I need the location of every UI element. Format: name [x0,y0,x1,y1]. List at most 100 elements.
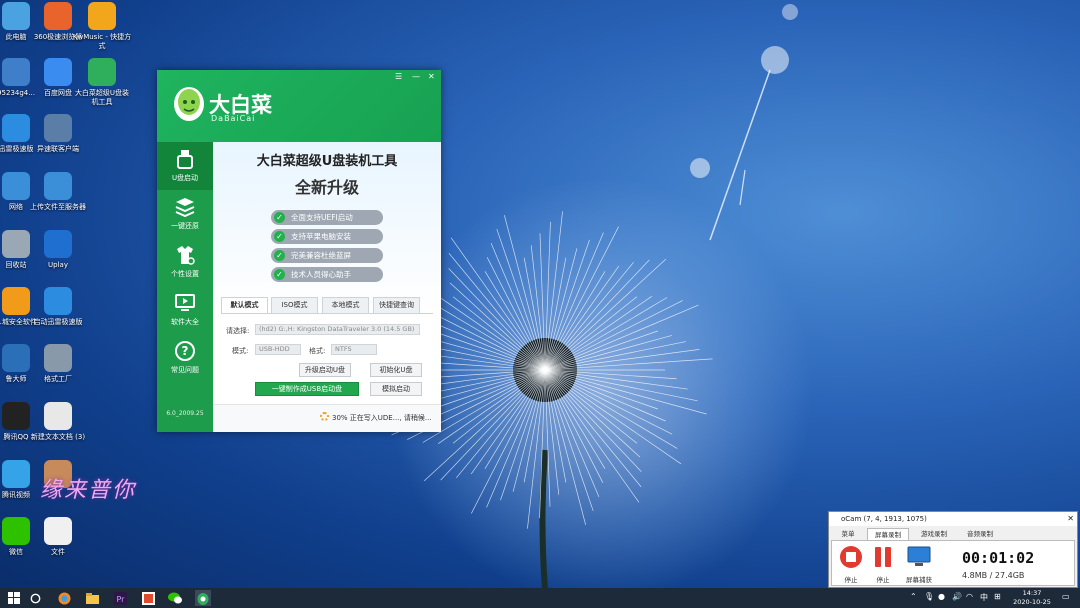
browser-360-icon[interactable] [56,590,72,606]
minimize-button[interactable]: — [412,72,420,81]
dandelion-seed [544,232,604,371]
desktop-icon[interactable]: 格式工厂 [28,344,88,384]
version-label: 6.0_2009.25 [166,410,204,417]
clock-date: 2020-10-25 [1013,598,1051,606]
desktop-icon-label: 启动迅雷极速版 [33,318,83,326]
desktop-icon-label: 格式工厂 [44,375,72,383]
loading-spinner-icon [320,412,329,421]
simulate-boot-button[interactable]: 模拟启动 [370,382,422,396]
main-subtitle: 全新升级 [294,178,359,197]
desktop-icon-label: 大白菜超级U盘装机工具 [74,89,130,106]
make-bootable-usb-button[interactable]: 一键制作成USB启动盘 [255,382,359,396]
microphone-icon[interactable]: 🎙 [924,592,934,601]
desktop-icon-label: 异速联客户端 [37,145,79,153]
device-select[interactable]: (hd2) G:,H: Kingston DataTraveler 3.0 (1… [255,324,420,335]
check-icon: ✓ [274,231,285,242]
tray-expand-icon[interactable]: ⌃ [910,592,917,601]
start-icon[interactable] [6,590,22,606]
restore-icon [175,198,195,218]
desktop-icon[interactable]: 异速联客户端 [28,114,88,154]
premiere-icon[interactable]: Pr [112,590,128,606]
tab-default-mode[interactable]: 默认模式 [221,297,268,314]
feature-label: 技术人员得心助手 [291,270,351,279]
ocam-stop-button[interactable]: 停止 [836,545,866,584]
ocam-pause-button[interactable]: 停止 [868,545,898,584]
personalize-icon [177,246,195,265]
menu-button[interactable]: ☰ [395,72,402,81]
office-icon[interactable] [140,590,156,606]
qq-icon [2,402,30,430]
ocam-close-button[interactable]: ✕ [1067,512,1074,526]
mode-select[interactable]: USB-HDD [255,344,301,355]
baidu-pan-icon [44,58,72,86]
ocam-tab-menu[interactable]: 菜单 [833,528,863,540]
sidebar-item-label: 常见问题 [171,366,199,374]
software-icon [175,294,195,311]
dandelion-seed [544,296,638,371]
ocam-button-label: 停止 [844,576,858,584]
desktop-icon[interactable]: 启动迅雷极速版 [28,287,88,327]
format-select[interactable]: NTFS [331,344,377,355]
notification-icon[interactable]: ▭ [1062,592,1070,601]
sidebar-item-software[interactable]: 软件大全 [157,286,213,334]
dandelion-seed [544,261,634,371]
sidebar: U盘启动 一键还原 个性设置 软件大全 ? 常见问题 [157,142,213,432]
volume-icon[interactable]: 🔊 [952,592,962,601]
ocam-tab-screen-record[interactable]: 屏幕录制 [867,528,909,540]
sidebar-item-personalize[interactable]: 个性设置 [157,238,213,286]
wifi-icon[interactable]: ◠ [966,592,973,601]
tab-local-mode[interactable]: 本地模式 [322,297,369,314]
feature-pill: ✓ 技术人员得心助手 [271,267,383,282]
desktop-icon-label: KwMusic - 快捷方式 [72,33,132,50]
dandelion-seed [456,369,546,479]
desktop-icon[interactable]: 文件 [28,517,88,557]
check-icon: ✓ [274,269,285,280]
dandelion-seed [544,369,642,488]
desktop-icon[interactable]: 上传文件至服务器 [28,172,88,212]
screen-capture-icon [907,546,931,566]
desktop-icon-label: 上传文件至服务器 [30,203,86,211]
format-label: 格式: [309,347,326,355]
dandelion-seed [544,259,650,371]
tab-iso-mode[interactable]: ISO模式 [271,297,318,314]
wechat-icon[interactable] [167,590,183,606]
clock[interactable]: 14:37 2020-10-25 [1010,589,1054,607]
usb-icon [177,150,193,169]
desktop-icon[interactable]: KwMusic - 快捷方式 [72,2,132,51]
feature-pill: ✓ 支持苹果电脑安装 [271,229,383,244]
simulate-boot-label: 模拟启动 [382,385,410,393]
pause-icon [875,547,891,567]
close-button[interactable]: ✕ [428,72,435,81]
keyboard-icon[interactable]: ⊞ [994,592,1001,601]
tencent-video-icon [2,460,30,488]
wechat-tray-icon[interactable]: ● [938,592,945,601]
init-usb-button[interactable]: 初始化U盘 [370,363,422,377]
file-explorer-icon[interactable] [84,590,100,606]
dabaicai-icon [88,58,116,86]
network-drive-icon [2,58,30,86]
format-factory-icon [44,344,72,372]
ocam-tab-audio-record[interactable]: 音频录制 [959,528,1001,540]
sidebar-item-usb-boot[interactable]: U盘启动 [157,142,213,190]
ocam-capture-button[interactable]: 屏幕捕获 [902,545,936,584]
status-text: 30% 正在写入UDE..., 请稍候... [332,414,432,422]
desktop-icon-label: 文件 [51,548,65,556]
dabaicai-icon[interactable] [195,590,211,606]
sidebar-item-help[interactable]: ? 常见问题 [157,334,213,382]
desktop-icon[interactable]: 大白菜超级U盘装机工具 [72,58,132,107]
desktop-icon[interactable]: 新建文本文档 (3) [28,402,88,442]
sidebar-item-restore[interactable]: 一键还原 [157,190,213,238]
search-icon[interactable] [27,590,43,606]
xunlei-icon [2,114,30,142]
feature-pill: ✓ 完美兼容杜绝蓝屏 [271,248,383,263]
ime-indicator[interactable]: 中 [980,592,988,603]
desktop-icon-label: 新建文本文档 (3) [30,433,86,441]
file-icon [44,517,72,545]
ocam-title: oCam (7, 4, 1913, 1075) [829,512,1077,526]
ocam-tab-game-record[interactable]: 游戏录制 [913,528,955,540]
remote-client-icon [44,114,72,142]
tab-hotkey-query[interactable]: 快捷键查询 [373,297,420,314]
wechat-icon [2,517,30,545]
upgrade-usb-button[interactable]: 升级启动U盘 [299,363,351,377]
desktop-icon[interactable]: Uplay [28,230,88,270]
